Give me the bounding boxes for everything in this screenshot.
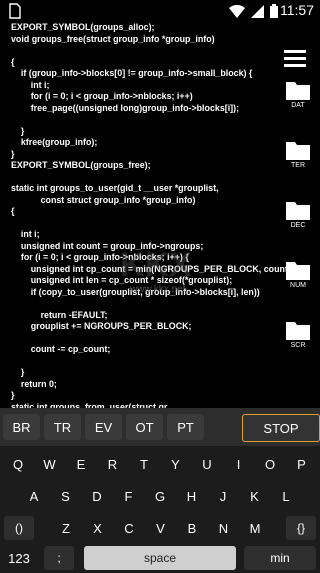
key-q[interactable]: Q — [4, 452, 32, 476]
key-p[interactable]: P — [288, 452, 316, 476]
wifi-icon — [229, 4, 245, 18]
svg-text:KKX: KKX — [120, 246, 192, 284]
key-f[interactable]: F — [115, 484, 143, 508]
folder-icon — [286, 82, 310, 100]
folder-scr[interactable]: SCR — [284, 320, 312, 349]
key-e[interactable]: E — [67, 452, 95, 476]
toolbar-button-pt[interactable]: PT — [167, 414, 204, 440]
folder-icon — [286, 262, 310, 280]
toolbar-button-br[interactable]: BR — [3, 414, 40, 440]
min-key[interactable]: min — [244, 546, 316, 570]
code-line: { — [11, 56, 15, 67]
status-time: 11:57 — [280, 2, 314, 18]
key-parentheses[interactable]: () — [4, 516, 34, 540]
battery-icon — [270, 4, 278, 18]
watermark-text: www.kkx.net — [130, 284, 186, 295]
status-bar: 11:57 — [0, 0, 320, 22]
folder-dec[interactable]: DEC — [284, 200, 312, 229]
file-icon — [9, 3, 21, 19]
key-l[interactable]: L — [272, 484, 300, 508]
code-line: void groups_free(struct group_info *grou… — [11, 33, 215, 44]
code-line: EXPORT_SYMBOL(groups_free); — [11, 160, 151, 170]
key-z[interactable]: Z — [52, 516, 80, 540]
code-line: int i; — [11, 79, 50, 90]
code-line: } — [11, 125, 25, 136]
folder-dat[interactable]: DAT — [284, 80, 312, 109]
semicolon-key[interactable]: ; — [44, 546, 74, 570]
key-o[interactable]: O — [256, 452, 284, 476]
key-j[interactable]: J — [209, 484, 237, 508]
key-g[interactable]: G — [146, 484, 174, 508]
code-line: for (i = 0; i < group_info->nblocks; i++… — [11, 91, 193, 101]
key-d[interactable]: D — [83, 484, 111, 508]
code-line: { — [11, 206, 15, 216]
folder-icon — [286, 322, 310, 340]
key-b[interactable]: B — [178, 516, 206, 540]
toolbar-button-ev[interactable]: EV — [85, 414, 122, 440]
code-line: kfree(group_info); — [11, 137, 98, 147]
code-line: } — [11, 390, 15, 400]
code-line: grouplist += NGROUPS_PER_BLOCK; — [11, 321, 192, 331]
toolbar-button-tr[interactable]: TR — [44, 414, 81, 440]
code-editor[interactable]: EXPORT_SYMBOL(groups_alloc); void groups_… — [11, 22, 294, 413]
soft-keyboard: Q W E R T Y U I O P A S D F G H J K L () Z X C V B N M {} 123; space m… — [0, 446, 320, 573]
numbers-key[interactable]: 123 — [4, 546, 34, 570]
stop-button[interactable]: STOP — [242, 414, 320, 442]
folder-num[interactable]: NUM — [284, 260, 312, 289]
key-x[interactable]: X — [84, 516, 112, 540]
folder-label: DAT — [291, 102, 305, 109]
signal-icon — [251, 4, 264, 18]
code-line: static int groups_to_user(gid_t __user *… — [11, 183, 219, 193]
code-line: } — [11, 148, 15, 159]
code-line: int i; — [11, 229, 40, 239]
folder-icon — [286, 142, 310, 160]
key-a[interactable]: A — [20, 484, 48, 508]
folder-ter[interactable]: TER — [284, 140, 312, 169]
key-h[interactable]: H — [178, 484, 206, 508]
space-key[interactable]: space — [84, 546, 236, 570]
folder-label: NUM — [290, 282, 306, 289]
folder-label: SCR — [290, 342, 306, 349]
folder-label: TER — [291, 162, 305, 169]
key-u[interactable]: U — [193, 452, 221, 476]
key-n[interactable]: N — [210, 516, 238, 540]
key-k[interactable]: K — [241, 484, 269, 508]
code-line: const struct group_info *group_info) — [11, 194, 196, 205]
key-r[interactable]: R — [99, 452, 127, 476]
toolbar: PT OT EV TR BR STOP — [0, 408, 320, 446]
key-y[interactable]: Y — [162, 452, 190, 476]
folder-icon — [286, 202, 310, 220]
folder-label: DEC — [290, 222, 306, 229]
code-line: return -EFAULT; — [11, 309, 108, 320]
key-t[interactable]: T — [130, 452, 158, 476]
toolbar-button-ot[interactable]: OT — [126, 414, 163, 440]
code-line: } — [11, 367, 25, 377]
code-line: return 0; — [11, 378, 57, 389]
code-line: if (group_info->blocks[0] != group_info-… — [11, 68, 253, 78]
key-s[interactable]: S — [52, 484, 80, 508]
code-line: EXPORT_SYMBOL(groups_alloc); — [11, 22, 155, 32]
key-m[interactable]: M — [241, 516, 269, 540]
key-i[interactable]: I — [225, 452, 253, 476]
key-v[interactable]: V — [147, 516, 175, 540]
key-c[interactable]: C — [115, 516, 143, 540]
code-line: free_page((unsigned long)group_info->blo… — [11, 102, 240, 113]
key-braces[interactable]: {} — [286, 516, 316, 540]
key-w[interactable]: W — [36, 452, 64, 476]
menu-icon[interactable] — [284, 50, 306, 67]
code-line: count -= cp_count; — [11, 344, 111, 354]
